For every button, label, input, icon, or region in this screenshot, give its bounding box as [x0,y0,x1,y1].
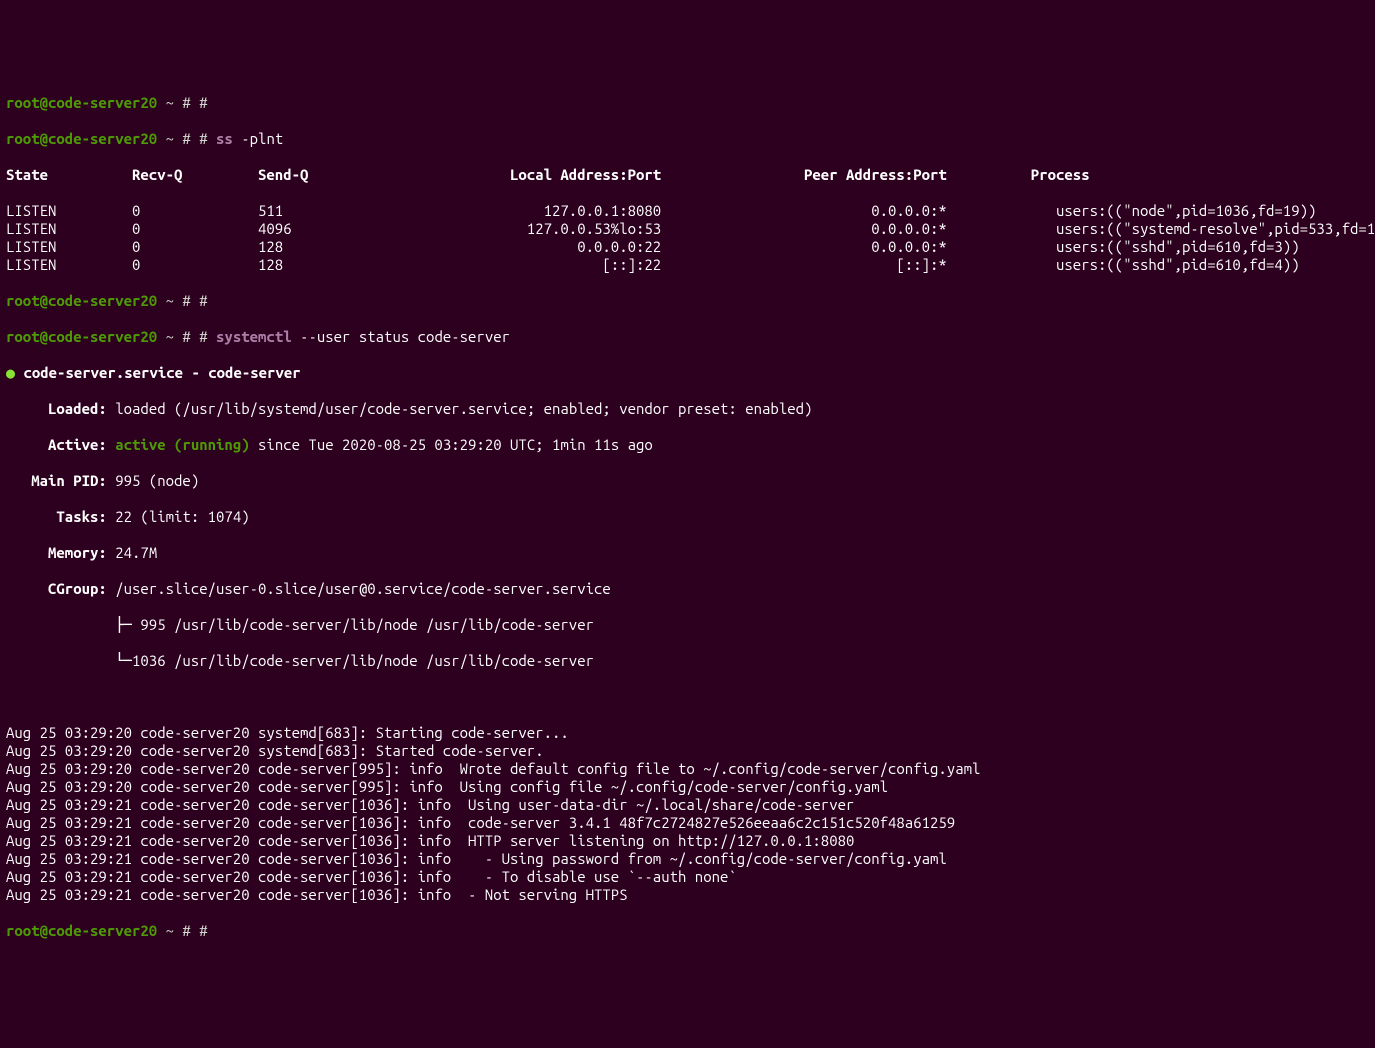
cmd-systemctl-args: --user status code-server [292,328,510,345]
terminal-output: root@code-server20 ~ # # root@code-serve… [6,76,1369,958]
status-tasks: Tasks: 22 (limit: 1074) [6,508,1369,526]
ss-header: State Recv-Q Send-Q Local Address:Port P… [6,166,1369,184]
log-line: Aug 25 03:29:21 code-server20 code-serve… [6,868,1369,886]
blank-line [6,688,1369,706]
log-line: Aug 25 03:29:20 code-server20 systemd[68… [6,742,1369,760]
prompt-sep: ~ # [157,94,191,111]
prompt-line-ss[interactable]: root@code-server20 ~ # # ss -plnt [6,130,1369,148]
log-line: Aug 25 03:29:21 code-server20 code-serve… [6,886,1369,904]
prompt-user-host: root@code-server20 [6,130,157,147]
prompt-hash: # [191,292,208,309]
status-mainpid: Main PID: 995 (node) [6,472,1369,490]
prompt-sep: ~ # [157,922,191,939]
cmd-ss-args: -plnt [233,130,283,147]
ss-row: LISTEN 0 511 127.0.0.1:8080 0.0.0.0:* us… [6,202,1369,220]
prompt-hash: # [191,328,208,345]
cgroup-tree: └─1036 /usr/lib/code-server/lib/node /us… [6,652,1369,670]
cmd-systemctl: systemctl [216,328,292,345]
prompt-sep: ~ # [157,328,191,345]
ss-row: LISTEN 0 4096 127.0.0.53%lo:53 0.0.0.0:*… [6,220,1369,238]
prompt-line-systemctl[interactable]: root@code-server20 ~ # # systemctl --use… [6,328,1369,346]
ss-row: LISTEN 0 128 [::]:22 [::]:* users:(("ssh… [6,256,1369,274]
active-state: active (running) [107,436,250,453]
prompt-sep: ~ # [157,130,191,147]
prompt-line: root@code-server20 ~ # # [6,292,1369,310]
log-line: Aug 25 03:29:21 code-server20 code-serve… [6,832,1369,850]
prompt-hash: # [191,922,208,939]
status-bullet-icon: ● [6,364,15,381]
prompt-hash: # [191,130,208,147]
cmd-ss: ss [216,130,233,147]
log-line: Aug 25 03:29:20 code-server20 systemd[68… [6,724,1369,742]
log-lines: Aug 25 03:29:20 code-server20 systemd[68… [6,724,1369,904]
log-line: Aug 25 03:29:21 code-server20 code-serve… [6,814,1369,832]
status-memory: Memory: 24.7M [6,544,1369,562]
prompt-line[interactable]: root@code-server20 ~ # # [6,922,1369,940]
status-cgroup: CGroup: /user.slice/user-0.slice/user@0.… [6,580,1369,598]
prompt-hash: # [191,94,208,111]
ss-row: LISTEN 0 128 0.0.0.0:22 0.0.0.0:* users:… [6,238,1369,256]
status-loaded: Loaded: loaded (/usr/lib/systemd/user/co… [6,400,1369,418]
log-line: Aug 25 03:29:20 code-server20 code-serve… [6,778,1369,796]
log-line: Aug 25 03:29:20 code-server20 code-serve… [6,760,1369,778]
prompt-line: root@code-server20 ~ # # [6,94,1369,112]
service-title: ● code-server.service - code-server [6,364,1369,382]
service-name: code-server.service - code-server [23,364,300,381]
prompt-user-host: root@code-server20 [6,94,157,111]
prompt-sep: ~ # [157,292,191,309]
log-line: Aug 25 03:29:21 code-server20 code-serve… [6,796,1369,814]
prompt-user-host: root@code-server20 [6,292,157,309]
prompt-user-host: root@code-server20 [6,922,157,939]
status-active: Active: active (running) since Tue 2020-… [6,436,1369,454]
prompt-user-host: root@code-server20 [6,328,157,345]
log-line: Aug 25 03:29:21 code-server20 code-serve… [6,850,1369,868]
ss-rows: LISTEN 0 511 127.0.0.1:8080 0.0.0.0:* us… [6,202,1369,274]
cgroup-tree: ├─ 995 /usr/lib/code-server/lib/node /us… [6,616,1369,634]
